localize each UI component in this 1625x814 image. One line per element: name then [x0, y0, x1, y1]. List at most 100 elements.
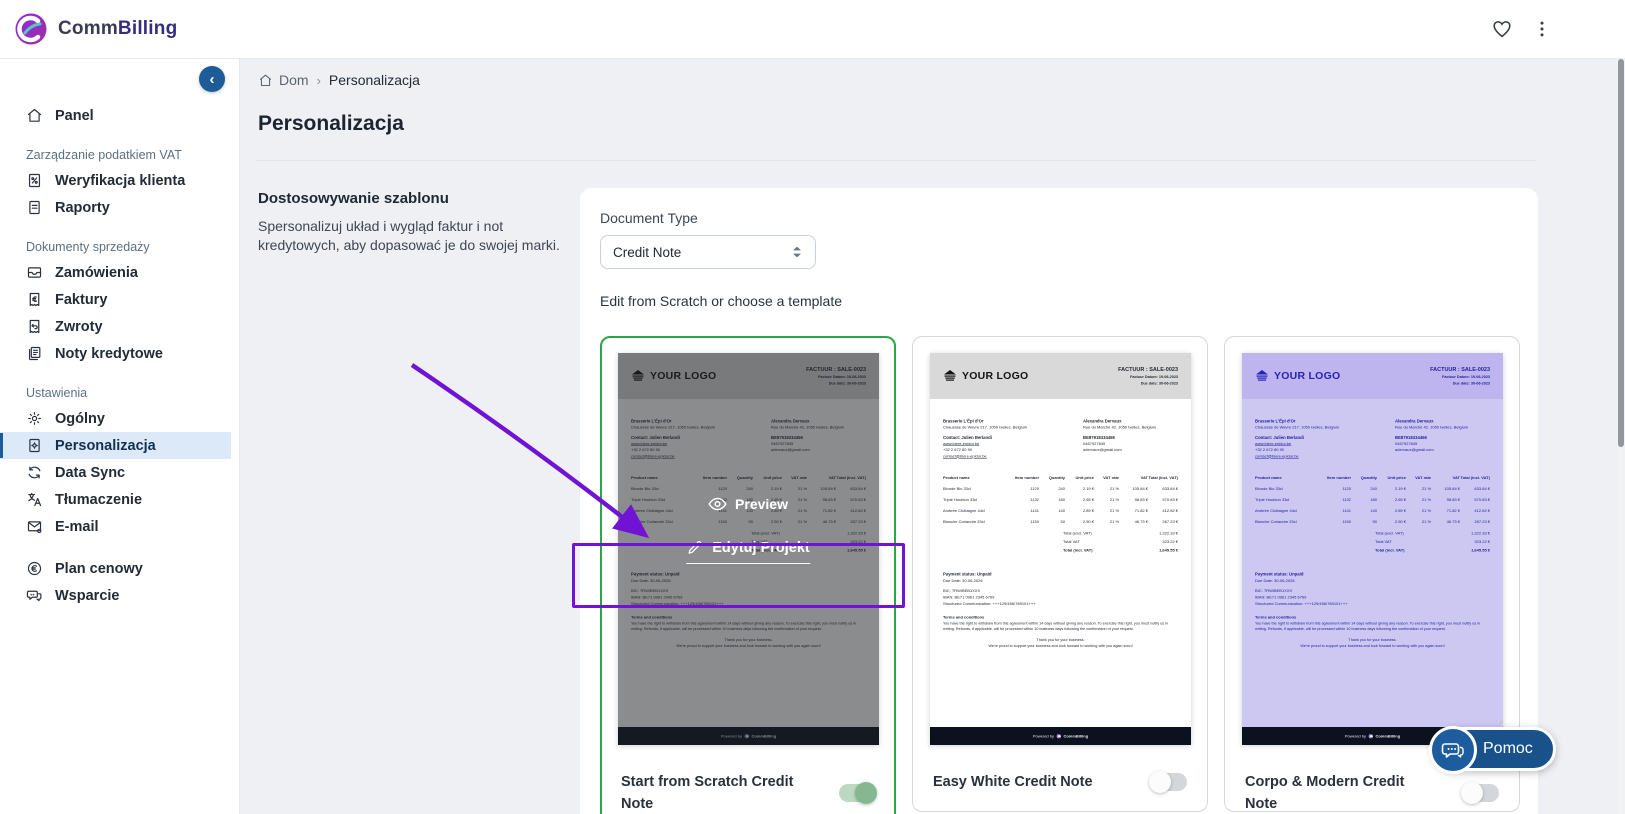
commbilling-mini-logo-icon	[1056, 734, 1061, 739]
invoice-total-row: Total VAT323.22 €	[943, 539, 1178, 544]
invoice-line-item: Blanche Coriandre 33cl1150502.50 €21 %46…	[1255, 519, 1490, 524]
sidebar-item-ogólny[interactable]: Ogólny	[0, 405, 231, 432]
template-cards-row: YOUR LOGO FACTUUR : SALE-0023Factuur Datu…	[600, 336, 1538, 814]
invoice-buyer-block: Alexandra DervauxRue du Marché 42, 1050 …	[1395, 418, 1490, 459]
sidebar-item-e-mail[interactable]: E-mail	[0, 513, 231, 540]
home-icon	[26, 107, 43, 124]
sidebar-item-zamówienia[interactable]: Zamówienia	[0, 259, 231, 286]
intro-heading: Dostosowywanie szablonu	[258, 190, 563, 207]
template-toggle[interactable]	[839, 784, 875, 802]
template-label-row: Start from Scratch Credit Note	[617, 771, 879, 814]
mail-gear-icon	[26, 518, 43, 535]
preview-button[interactable]: Preview	[618, 496, 879, 512]
main-content: Dom › Personalizacja Personalizacja Dost…	[240, 59, 1625, 814]
edit-project-button[interactable]: Edytuj Projekt	[686, 539, 810, 564]
sidebar-item-faktury[interactable]: Faktury	[0, 286, 231, 313]
invoice-terms: Terms and conditionsYou have the right t…	[1255, 614, 1490, 649]
scrollbar-thumb[interactable]	[1618, 59, 1624, 447]
triangle-logo-icon	[1255, 370, 1269, 382]
invoice-payment-block: Payment status: UnpaidDue Date: 30-06-20…	[1255, 570, 1490, 607]
favorites-button[interactable]	[1485, 12, 1519, 46]
sidebar-item-tłumaczenie[interactable]: Tłumaczenie	[0, 486, 231, 513]
invoice-line-item: Blonde Bio 33cl11202402.19 €21 %105.84 €…	[943, 486, 1178, 491]
template-toggle[interactable]	[1463, 784, 1499, 802]
help-button[interactable]: Pomoc	[1432, 727, 1556, 771]
template-card-1[interactable]: YOUR LOGOFACTUUR : SALE-0023Factuur Datu…	[600, 336, 896, 814]
sidebar-item-label: Faktury	[55, 292, 107, 308]
sidebar-item-data-sync[interactable]: Data Sync	[0, 459, 231, 486]
invoice-seller-block: Brasserie L'Épi d'OrChaussée de Wavre 21…	[943, 418, 1068, 459]
credit-note-icon	[26, 345, 43, 362]
template-label-row: Easy White Credit Note	[929, 771, 1191, 793]
invoice-line-item: Triple Houblon 33cl11321802.65 €21 %98.8…	[1255, 497, 1490, 502]
invoice-line-item: Blonde Bio 33cl11202402.19 €21 %105.84 €…	[1255, 486, 1490, 491]
sidebar-item-wsparcie[interactable]: Wsparcie	[0, 582, 231, 609]
preview-button-label: Preview	[735, 496, 788, 512]
sidebar-item-label: Plan cenowy	[55, 561, 143, 577]
more-options-button[interactable]	[1525, 12, 1559, 46]
invoice-addresses: Brasserie L'Épi d'OrChaussée de Wavre 21…	[930, 418, 1191, 459]
sidebar-item-label: Panel	[55, 108, 94, 124]
invoice-line-item: Ambrée Châtaigne 44cl11411402.89 €21 %71…	[1255, 508, 1490, 513]
euro-circle-icon	[26, 560, 43, 577]
template-preview[interactable]: YOUR LOGO FACTUUR : SALE-0023Factuur Datu…	[930, 353, 1191, 745]
sidebar-collapse-button[interactable]: ‹	[199, 66, 225, 92]
sidebar-item-plan-cenowy[interactable]: Plan cenowy	[0, 555, 231, 582]
template-preview[interactable]: YOUR LOGO FACTUUR : SALE-0023Factuur Datu…	[1242, 353, 1503, 745]
sidebar-item-zwroty[interactable]: Zwroty	[0, 313, 231, 340]
orders-icon	[26, 264, 43, 281]
sidebar-section-label: Dokumenty sprzedaży	[0, 237, 239, 257]
invoice-total-row: Total VAT323.22 €	[1255, 539, 1490, 544]
brand-logo[interactable]: CommBilling	[14, 12, 177, 46]
invoice-header: YOUR LOGO FACTUUR : SALE-0023Factuur Datu…	[1242, 353, 1503, 399]
invoice-terms: Terms and conditionsYou have the right t…	[943, 614, 1178, 649]
invoice-logo: YOUR LOGO	[1255, 370, 1340, 382]
invoice-header: YOUR LOGO FACTUUR : SALE-0023Factuur Datu…	[930, 353, 1191, 399]
document-type-select[interactable]: Credit Note	[600, 235, 816, 269]
edit-project-button-label: Edytuj Projekt	[712, 540, 810, 556]
invoice-meta: FACTUUR : SALE-0023Factuur Datum: 19-06-…	[1430, 367, 1490, 386]
sidebar-item-label: Zwroty	[55, 319, 103, 335]
invoice-total-row: Total (excl. VAT)1,322.33 €	[1255, 531, 1490, 536]
invoice-table-header: Product nameItem numberQuantityUnit pric…	[1255, 475, 1490, 480]
invoice-buyer-block: Alexandra DervauxRue du Marché 42, 1050 …	[1083, 418, 1178, 459]
template-label-row: Corpo & Modern Credit Note	[1241, 771, 1503, 814]
sidebar-item-label: Tłumaczenie	[55, 492, 142, 508]
sidebar-item-weryfikacja-klienta[interactable]: Weryfikacja klienta	[0, 167, 231, 194]
invoice-table: Product nameItem numberQuantityUnit pric…	[943, 475, 1178, 524]
invoice-preview-document: YOUR LOGO FACTUUR : SALE-0023Factuur Datu…	[1242, 353, 1503, 745]
divider	[256, 160, 1537, 161]
invoice-totals: Total (excl. VAT)1,322.33 € Total VAT323.…	[1255, 531, 1490, 553]
eye-icon	[708, 497, 727, 511]
invoice-line-item: Blanche Coriandre 33cl1150502.50 €21 %46…	[943, 519, 1178, 524]
page-scrollbar	[1617, 59, 1625, 814]
breadcrumb-home-link[interactable]: Dom	[258, 72, 309, 88]
toggle-knob	[1461, 782, 1483, 804]
sidebar-item-label: Raporty	[55, 200, 110, 216]
top-bar: CommBilling	[0, 0, 1625, 59]
sidebar-section-gap	[0, 540, 239, 555]
invoice-logo: YOUR LOGO	[943, 370, 1028, 382]
heart-icon	[1491, 18, 1513, 40]
invoice-total-row: Total (excl. VAT)1,322.33 €	[943, 531, 1178, 536]
home-icon	[258, 73, 273, 88]
template-name: Corpo & Modern Credit Note	[1245, 771, 1435, 814]
brand-name: CommBilling	[58, 18, 177, 40]
invoice-line-item: Triple Houblon 33cl11321802.65 €21 %98.8…	[943, 497, 1178, 502]
invoice-meta: FACTUUR : SALE-0023Factuur Datum: 19-06-…	[1118, 367, 1178, 386]
template-preview[interactable]: YOUR LOGOFACTUUR : SALE-0023Factuur Datu…	[618, 353, 879, 745]
sidebar-section-label: Ustawienia	[0, 383, 239, 403]
invoice-euro-icon	[26, 291, 43, 308]
sidebar-item-panel[interactable]: Panel	[0, 102, 231, 129]
sidebar-item-label: Data Sync	[55, 465, 125, 481]
support-chat-icon	[26, 587, 43, 604]
sidebar-item-noty-kredytowe[interactable]: Noty kredytowe	[0, 340, 231, 367]
sidebar-item-label: Ogólny	[55, 411, 105, 427]
sidebar-item-raporty[interactable]: Raporty	[0, 194, 231, 221]
template-card-2[interactable]: YOUR LOGO FACTUUR : SALE-0023Factuur Datu…	[912, 336, 1208, 812]
sidebar-item-personalizacja[interactable]: Personalizacja	[0, 432, 231, 459]
template-toggle[interactable]	[1151, 773, 1187, 791]
invoice-seller-block: Brasserie L'Épi d'OrChaussée de Wavre 21…	[1255, 418, 1380, 459]
intro-description: Spersonalizuj układ i wygląd faktur i no…	[258, 217, 563, 254]
invoice-preview-document: YOUR LOGO FACTUUR : SALE-0023Factuur Datu…	[930, 353, 1191, 745]
